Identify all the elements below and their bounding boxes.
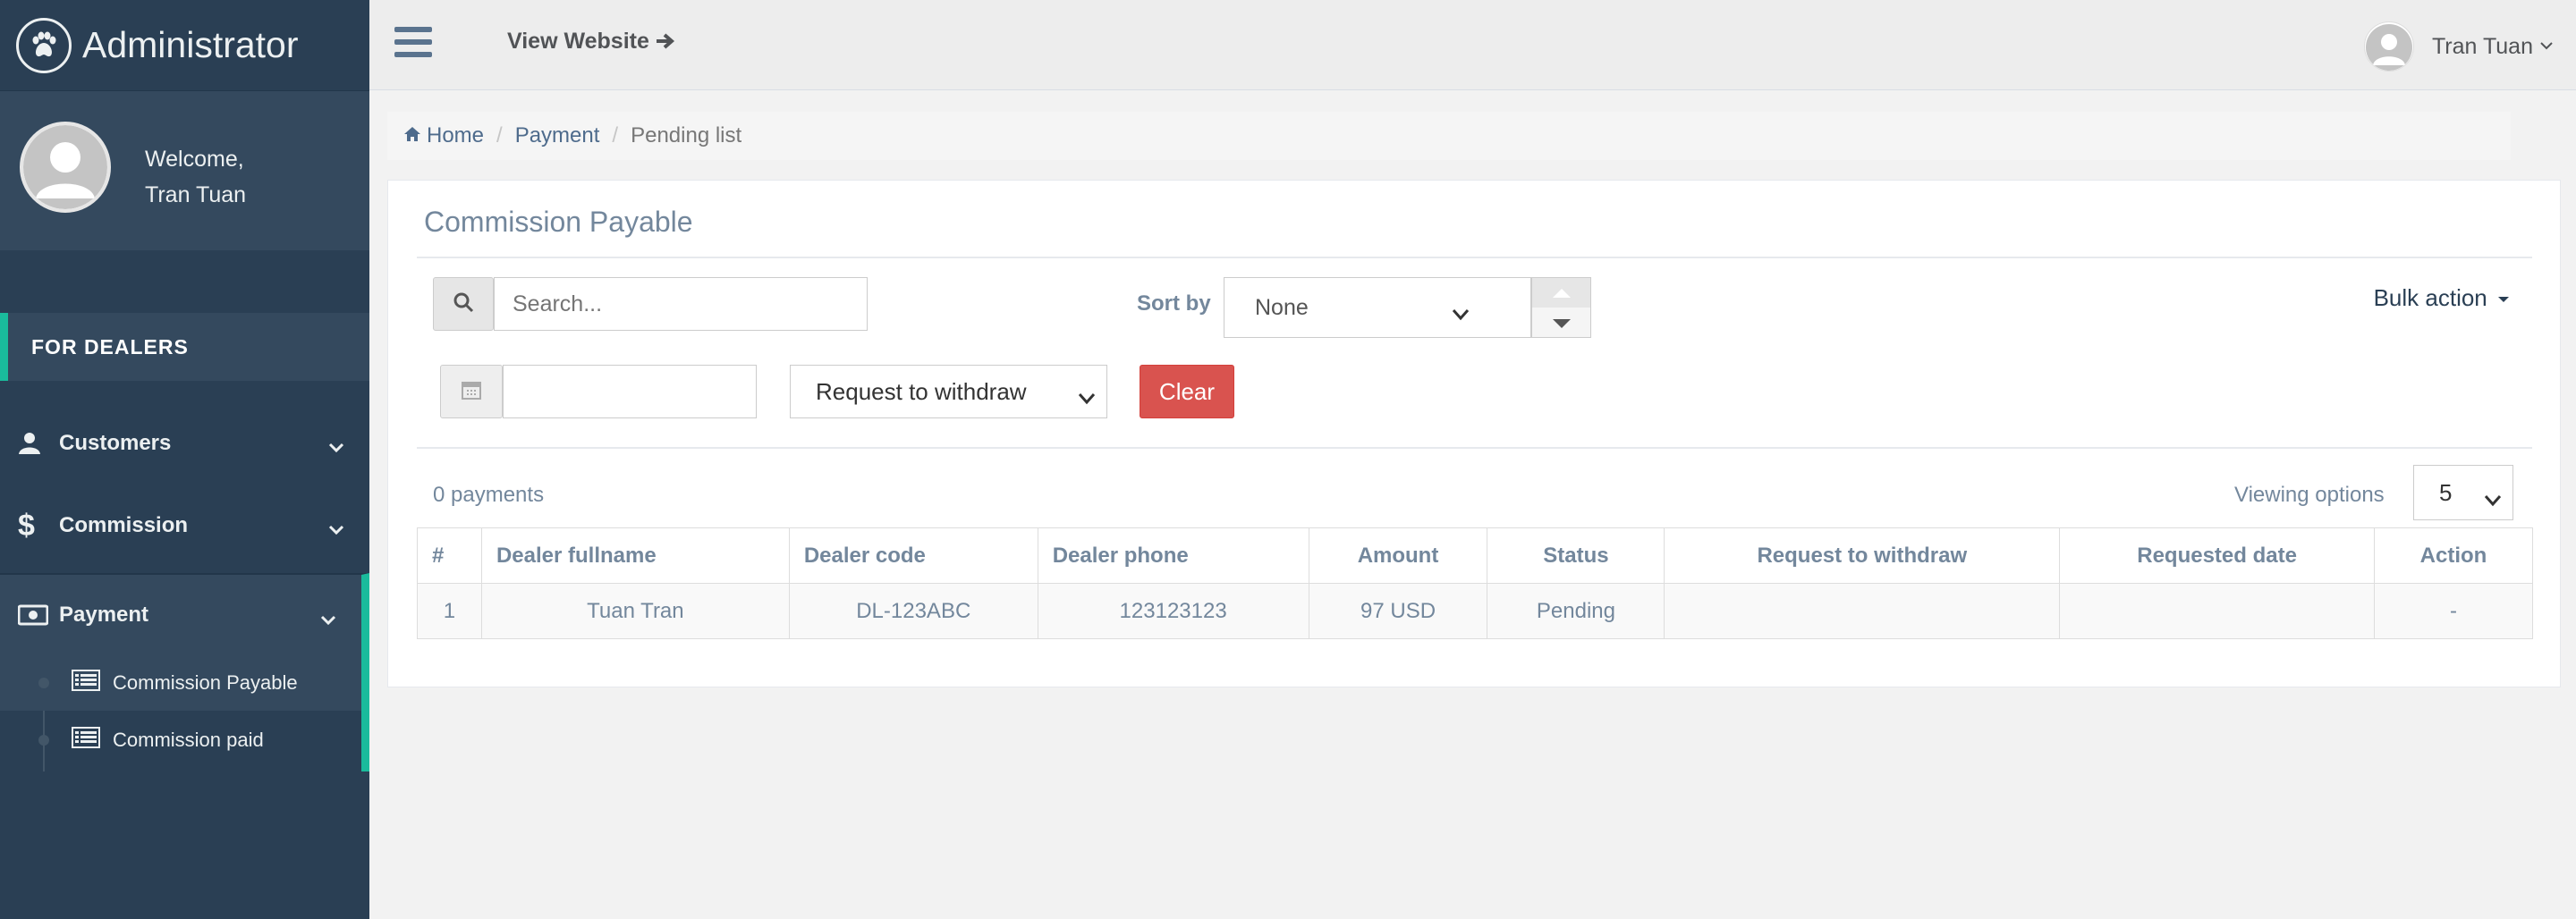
sidebar-subitem-label: Commission Payable <box>113 671 298 694</box>
user-name: Tran Tuan <box>2431 33 2533 59</box>
column-header: Requested date <box>2059 527 2376 584</box>
bulk-action-dropdown[interactable]: Bulk action <box>2374 284 2510 312</box>
user-icon <box>18 430 54 457</box>
avatar <box>20 122 111 213</box>
withdraw-filter-select[interactable]: Request to withdraw <box>790 365 1107 418</box>
cell-index: 1 <box>417 583 482 639</box>
list-icon <box>72 670 100 696</box>
brand-title: Administrator <box>82 24 299 65</box>
cell-request <box>1664 583 2061 639</box>
cell-amount: 97 USD <box>1308 583 1488 639</box>
profile: Welcome, Tran Tuan <box>0 91 369 250</box>
cell-status: Pending <box>1487 583 1665 639</box>
sidebar-item-label: Commission <box>59 513 189 537</box>
dollar-icon: $ <box>18 508 35 543</box>
payments-table: # Dealer fullname Dealer code Dealer pho… <box>417 527 2533 639</box>
column-header: Status <box>1487 527 1665 584</box>
view-website-label: View Website <box>507 29 649 54</box>
sort-ascending-icon[interactable] <box>1532 278 1590 308</box>
page-title: Commission Payable <box>424 206 693 238</box>
sidebar-item-commission-payable[interactable]: Commission Payable <box>0 655 361 711</box>
bullet-dot <box>38 735 49 746</box>
cell-phone: 123123123 <box>1037 583 1309 639</box>
breadcrumb-payment[interactable]: Payment <box>515 123 600 148</box>
search-button[interactable] <box>433 277 494 331</box>
sort-select[interactable]: None <box>1224 277 1531 338</box>
search-icon <box>453 291 474 317</box>
sidebar-item-label: Customers <box>59 431 172 455</box>
breadcrumb: Home / Payment / Pending list <box>387 112 2511 160</box>
bulk-action-label: Bulk action <box>2373 284 2487 311</box>
sidebar-item-customers[interactable]: Customers <box>0 402 369 485</box>
user-menu[interactable]: Tran Tuan <box>2363 21 2553 72</box>
clear-button[interactable]: Clear <box>1140 365 1234 418</box>
sort-descending-icon[interactable] <box>1532 308 1590 338</box>
column-header: # <box>417 527 482 584</box>
commission-panel: Commission Payable Sort by None Bulk act… <box>387 180 2561 687</box>
avatar <box>2363 21 2414 72</box>
table-header-row: # Dealer fullname Dealer code Dealer pho… <box>417 527 2533 584</box>
breadcrumb-separator: / <box>612 123 619 148</box>
column-header: Dealer phone <box>1037 527 1309 584</box>
breadcrumb-separator: / <box>496 123 503 148</box>
top-nav: View Website Tran Tuan <box>369 0 2576 90</box>
chevron-down-icon <box>328 434 344 460</box>
sidebar: Administrator Welcome, Tran Tuan FOR DEA… <box>0 0 369 919</box>
sort-select-value: None <box>1255 294 1309 320</box>
sort-by-label: Sort by <box>1137 291 1211 316</box>
cell-requested-date <box>2059 583 2376 639</box>
calendar-icon <box>461 379 482 405</box>
chevron-down-icon <box>320 607 336 632</box>
column-header: Amount <box>1308 527 1488 584</box>
cell-fullname: Tuan Tran <box>480 583 790 639</box>
caret-down-icon <box>2494 284 2510 311</box>
viewing-options-select[interactable]: 5 <box>2413 465 2513 520</box>
chevron-down-icon <box>1078 384 1096 411</box>
money-icon <box>18 602 54 628</box>
welcome-text: Welcome, <box>145 147 244 172</box>
divider <box>417 447 2532 449</box>
menu-toggle-icon[interactable] <box>394 27 432 57</box>
date-picker-button[interactable] <box>440 365 503 418</box>
brand[interactable]: Administrator <box>0 0 369 91</box>
chevron-down-icon <box>328 517 344 542</box>
view-website-link[interactable]: View Website <box>507 29 675 55</box>
sidebar-item-payment[interactable]: Payment <box>0 573 369 655</box>
profile-name: Tran Tuan <box>145 182 247 207</box>
breadcrumb-home[interactable]: Home <box>427 123 484 148</box>
payment-submenu: Commission Payable Commission paid <box>0 655 369 771</box>
section-header-dealers: FOR DEALERS <box>0 313 369 381</box>
withdraw-filter-value: Request to withdraw <box>816 377 1027 405</box>
column-header: Action <box>2374 527 2533 584</box>
sidebar-subitem-label: Commission paid <box>113 729 264 751</box>
list-icon <box>72 727 100 754</box>
divider <box>417 257 2532 258</box>
column-header: Request to withdraw <box>1664 527 2061 584</box>
chevron-down-icon <box>2484 485 2502 513</box>
sidebar-item-commission[interactable]: $ Commission <box>0 485 369 567</box>
search-input[interactable] <box>494 277 868 331</box>
date-range-input[interactable] <box>503 365 757 418</box>
column-header: Dealer fullname <box>480 527 790 584</box>
cell-action[interactable]: - <box>2374 583 2533 639</box>
breadcrumb-current: Pending list <box>631 123 742 148</box>
chevron-down-icon <box>1452 301 1470 327</box>
paw-icon <box>16 17 72 73</box>
viewing-options-value: 5 <box>2439 478 2453 506</box>
cell-code: DL-123ABC <box>788 583 1038 639</box>
column-header: Dealer code <box>788 527 1038 584</box>
sort-order-stepper[interactable] <box>1531 277 1591 338</box>
payment-count: 0 payments <box>433 483 545 507</box>
viewing-options-label: Viewing options <box>2234 483 2385 507</box>
chevron-down-icon <box>2540 38 2553 55</box>
arrow-right-icon <box>656 29 675 54</box>
bullet-dot <box>38 678 49 688</box>
home-icon <box>403 123 421 148</box>
table-row: 1 Tuan Tran DL-123ABC 123123123 97 USD P… <box>417 583 2533 639</box>
sidebar-item-label: Payment <box>59 603 149 627</box>
sidebar-item-commission-paid[interactable]: Commission paid <box>0 712 361 768</box>
